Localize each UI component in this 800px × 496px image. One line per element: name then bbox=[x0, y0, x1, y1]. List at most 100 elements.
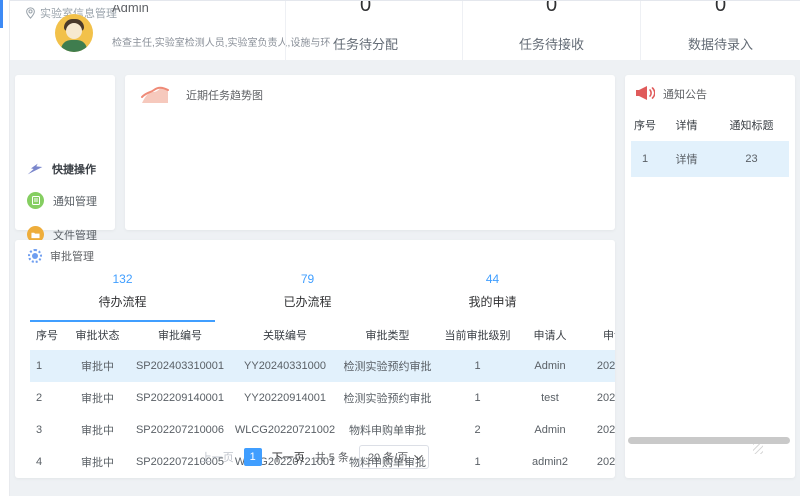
send-icon bbox=[27, 163, 43, 175]
quick-actions-title: 快捷操作 bbox=[52, 161, 96, 177]
cell-apply-time: 2022-09-14 bbox=[580, 382, 615, 414]
col-index: 序号 bbox=[631, 109, 659, 141]
approval-badge-icon bbox=[28, 249, 42, 263]
tab-count: 44 bbox=[400, 272, 585, 286]
tab-done[interactable]: 79 已办流程 bbox=[215, 268, 400, 322]
next-page-button[interactable]: 下一页 bbox=[272, 449, 305, 465]
cell-status: 审批中 bbox=[65, 350, 130, 382]
col-level: 当前审批级别 bbox=[435, 320, 520, 350]
stat-tasks-to-receive: 0 任务待接收 bbox=[462, 1, 640, 60]
tab-label: 待办流程 bbox=[30, 293, 215, 310]
cell-related-no-link[interactable]: YY20220914001 bbox=[230, 382, 340, 414]
quick-action-notice-mgmt[interactable]: 通知管理 bbox=[27, 192, 97, 209]
prev-page-button[interactable]: 上一页 bbox=[201, 449, 234, 465]
stat-label: 任务待接收 bbox=[463, 34, 640, 53]
pagination: 上一页 1 下一页 共 5 条 20 条/页 bbox=[15, 445, 615, 469]
quick-actions-header: 快捷操作 bbox=[27, 161, 96, 177]
page-size-select[interactable]: 20 条/页 bbox=[359, 445, 429, 469]
quick-action-label: 通知管理 bbox=[53, 193, 97, 209]
user-name: Admin bbox=[112, 5, 149, 15]
col-detail: 详情 bbox=[659, 109, 714, 141]
notice-board-title: 通知公告 bbox=[663, 86, 707, 102]
cell-index: 1 bbox=[30, 350, 65, 382]
location-pin-icon bbox=[25, 7, 36, 19]
notice-table: 序号 详情 通知标题 1 详情 23 bbox=[631, 109, 789, 177]
horizontal-scrollbar[interactable] bbox=[628, 437, 790, 444]
approval-card: 审批管理 132 待办流程 79 已办流程 44 我的申请 序号 bbox=[15, 240, 615, 478]
col-title: 通知标题 bbox=[714, 109, 789, 141]
stat-tasks-to-assign: 0 任务待分配 bbox=[285, 1, 445, 60]
notice-row[interactable]: 1 详情 23 bbox=[631, 141, 789, 177]
stat-data-to-enter: 0 数据待录入 bbox=[640, 1, 800, 60]
tab-pending[interactable]: 132 待办流程 bbox=[30, 268, 215, 322]
approval-table-header: 序号 审批状态 审批编号 关联编号 审批类型 当前审批级别 申请人 申请时间 bbox=[30, 320, 615, 350]
cell-level: 1 bbox=[435, 350, 520, 382]
notice-index: 1 bbox=[631, 141, 659, 177]
notice-table-header: 序号 详情 通知标题 bbox=[631, 109, 789, 141]
table-row[interactable]: 2 审批中 SP202209140001 YY20220914001 检测实验预… bbox=[30, 382, 615, 414]
cell-approval-no: SP202209140001 bbox=[130, 382, 230, 414]
avatar-face bbox=[66, 23, 82, 39]
total-count-label: 共 5 条 bbox=[315, 449, 349, 465]
cell-index: 3 bbox=[30, 414, 65, 446]
page-size-value: 20 条/页 bbox=[368, 449, 408, 465]
page-1-button[interactable]: 1 bbox=[244, 448, 262, 466]
col-apply-time: 申请时间 bbox=[580, 320, 615, 350]
tab-label: 已办流程 bbox=[215, 293, 400, 310]
avatar[interactable] bbox=[55, 14, 93, 52]
col-index: 序号 bbox=[30, 320, 65, 350]
megaphone-icon bbox=[635, 85, 655, 102]
approval-title: 审批管理 bbox=[50, 248, 94, 264]
cell-index: 2 bbox=[30, 382, 65, 414]
cell-applicant: Admin bbox=[520, 414, 580, 446]
cell-type: 物料申购单审批 bbox=[340, 414, 435, 446]
stat-value: 0 bbox=[463, 1, 640, 17]
cell-level: 1 bbox=[435, 382, 520, 414]
cell-related-no-link[interactable]: WLCG20220721002 bbox=[230, 414, 340, 446]
header: 实验室信息管理 Admin 检查主任,实验室检测人员,实验室负责人,设施与环 0… bbox=[10, 0, 800, 60]
cell-status: 审批中 bbox=[65, 414, 130, 446]
notice-doc-icon bbox=[27, 192, 44, 209]
col-approval-no: 审批编号 bbox=[130, 320, 230, 350]
avatar-shirt bbox=[61, 40, 87, 52]
cell-status: 审批中 bbox=[65, 382, 130, 414]
tab-count: 132 bbox=[30, 272, 215, 286]
col-type: 审批类型 bbox=[340, 320, 435, 350]
stat-label: 任务待分配 bbox=[286, 34, 445, 53]
dashboard-screen: 实验室信息管理 Admin 检查主任,实验室检测人员,实验室负责人,设施与环 0… bbox=[0, 0, 800, 496]
cell-type: 检测实验预约审批 bbox=[340, 382, 435, 414]
stat-value: 0 bbox=[641, 1, 800, 17]
trend-chart-card: 近期任务趋势图 bbox=[125, 75, 615, 230]
cell-approval-no: SP202403310001 bbox=[130, 350, 230, 382]
col-applicant: 申请人 bbox=[520, 320, 580, 350]
cell-applicant: Admin bbox=[520, 350, 580, 382]
quick-actions-card: 快捷操作 通知管理 文件管理 用章管理 bbox=[15, 75, 115, 230]
cell-level: 2 bbox=[435, 414, 520, 446]
notice-title-value: 23 bbox=[714, 141, 789, 177]
cell-type: 检测实验预约审批 bbox=[340, 350, 435, 382]
cell-approval-no: SP202207210006 bbox=[130, 414, 230, 446]
stat-label: 数据待录入 bbox=[641, 34, 800, 53]
cell-related-no-link[interactable]: YY20240331000 bbox=[230, 350, 340, 382]
tab-label: 我的申请 bbox=[400, 293, 585, 310]
resize-grip-icon[interactable] bbox=[753, 444, 763, 454]
col-related-no: 关联编号 bbox=[230, 320, 340, 350]
area-chart-icon bbox=[140, 83, 170, 107]
table-row[interactable]: 3 审批中 SP202207210006 WLCG20220721002 物料申… bbox=[30, 414, 615, 446]
trend-chart-plot-empty bbox=[135, 123, 605, 221]
trend-chart-title: 近期任务趋势图 bbox=[186, 87, 263, 103]
notice-board-card: 通知公告 序号 详情 通知标题 1 详情 23 bbox=[625, 75, 795, 478]
table-row[interactable]: 1 审批中 SP202403310001 YY20240331000 检测实验预… bbox=[30, 350, 615, 382]
notice-detail-link[interactable]: 详情 bbox=[659, 141, 714, 177]
tab-my-requests[interactable]: 44 我的申请 bbox=[400, 268, 585, 322]
col-status: 审批状态 bbox=[65, 320, 130, 350]
tab-count: 79 bbox=[215, 272, 400, 286]
chevron-down-icon bbox=[414, 451, 422, 459]
collapsed-sidebar[interactable] bbox=[0, 0, 10, 496]
user-name-wrap: Admin bbox=[112, 5, 149, 18]
cell-applicant: test bbox=[520, 382, 580, 414]
cell-apply-time: 2022-07-21 bbox=[580, 414, 615, 446]
stat-value: 0 bbox=[286, 1, 445, 17]
sidebar-accent-bar bbox=[0, 0, 3, 28]
approval-tabs: 132 待办流程 79 已办流程 44 我的申请 bbox=[30, 268, 585, 322]
